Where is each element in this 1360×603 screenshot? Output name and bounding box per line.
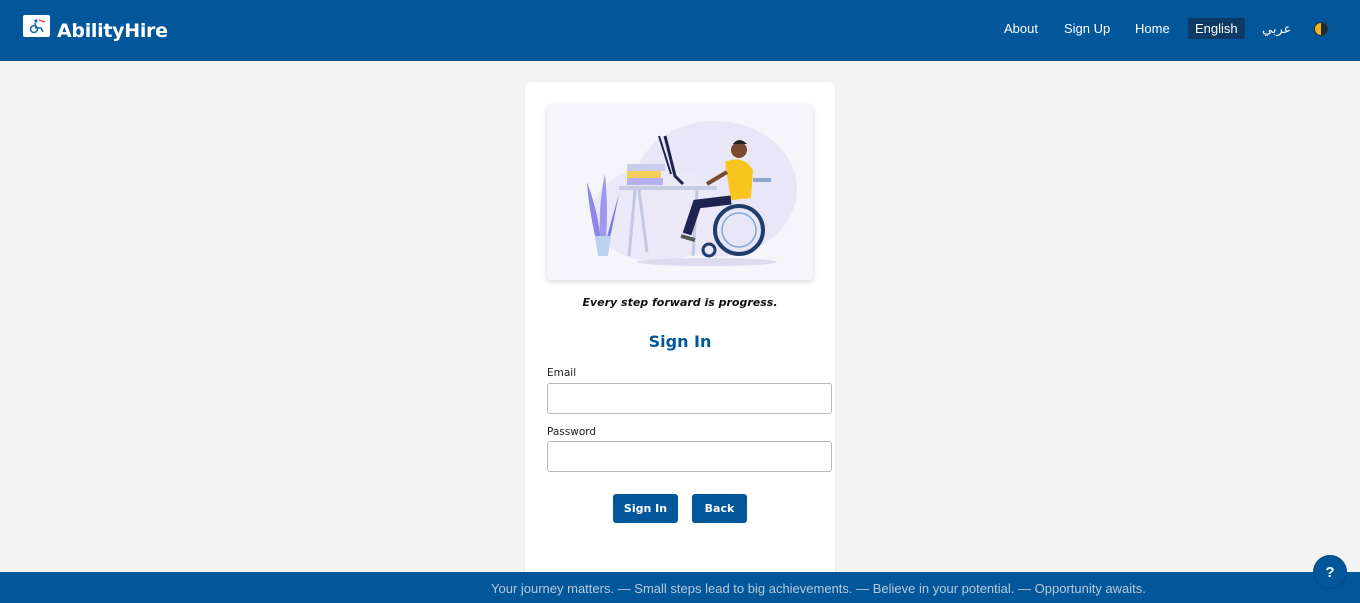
hero-illustration (547, 104, 813, 280)
language-english-button[interactable]: English (1188, 18, 1245, 39)
brand[interactable]: AbilityHire (23, 13, 168, 49)
signin-title: Sign In (648, 332, 712, 351)
signin-card: Every step forward is progress. Sign In … (525, 82, 835, 582)
footer-bar: Your journey matters. — Small steps lead… (0, 572, 1360, 603)
top-navbar: AbilityHire About Sign Up Home English ع… (0, 0, 1360, 61)
help-button[interactable]: ? (1313, 555, 1347, 589)
brand-name: AbilityHire (57, 20, 168, 42)
email-field[interactable] (547, 383, 832, 414)
language-arabic-button[interactable]: عربي (1262, 19, 1291, 38)
signin-button[interactable]: Sign In (613, 494, 678, 523)
wheelchair-desk-illustration (587, 121, 797, 266)
password-label: Password (547, 426, 597, 438)
half-moon-theme-icon[interactable] (1314, 22, 1328, 36)
nav-signup-link[interactable]: Sign Up (1064, 19, 1110, 38)
back-button[interactable]: Back (692, 494, 747, 523)
wheelchair-logo-icon (23, 15, 50, 37)
nav-about-link[interactable]: About (1004, 19, 1038, 38)
tagline: Every step forward is progress. (582, 296, 778, 309)
password-field[interactable] (547, 441, 832, 472)
nav-home-link[interactable]: Home (1135, 19, 1170, 38)
footer-ticker: Your journey matters. — Small steps lead… (491, 581, 1146, 596)
email-label: Email (547, 367, 577, 379)
